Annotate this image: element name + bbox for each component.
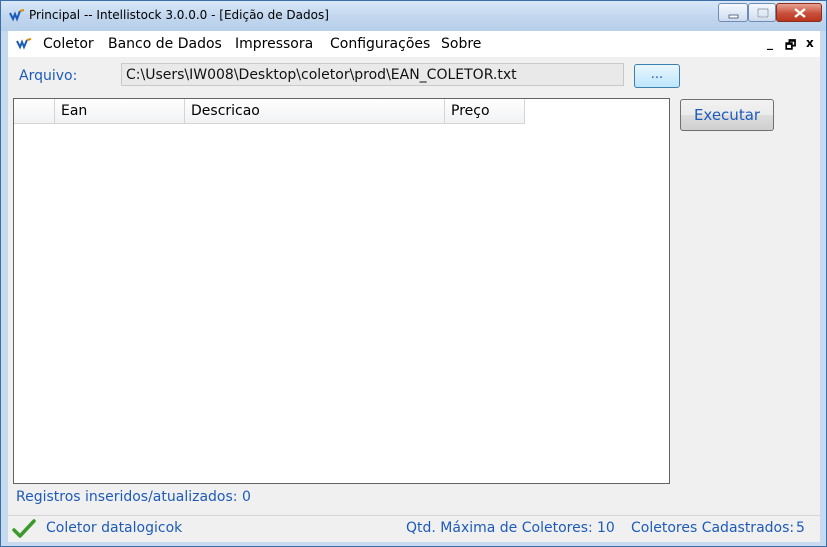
- status-bar: Coletor datalogicok Qtd. Máxima de Colet…: [8, 515, 820, 542]
- arquivo-label: Arquivo:: [19, 68, 78, 84]
- max-coletores-value: 10: [597, 520, 615, 536]
- executar-button[interactable]: Executar: [680, 99, 774, 131]
- maximize-button[interactable]: [748, 3, 776, 22]
- app-window: Principal -- Intellistock 3.0.0.0 - [Edi…: [0, 0, 827, 547]
- close-button[interactable]: [776, 3, 822, 22]
- coletores-cadastrados-label: Coletores Cadastrados:: [631, 520, 795, 536]
- minimize-icon: [728, 14, 739, 19]
- menu-configuracoes[interactable]: Configurações: [330, 36, 430, 52]
- data-grid[interactable]: Ean Descricao Preço: [13, 98, 670, 484]
- column-header-preco[interactable]: Preço: [445, 99, 525, 124]
- coletores-cadastrados-value: 5: [796, 520, 805, 536]
- menu-coletor[interactable]: Coletor: [43, 36, 94, 52]
- arquivo-path-field[interactable]: C:\Users\IW008\Desktop\coletor\prod\EAN_…: [121, 63, 624, 86]
- row-header-corner[interactable]: [14, 99, 55, 124]
- app-logo-icon: [9, 9, 25, 22]
- mdi-minimize-button[interactable]: _: [767, 36, 773, 50]
- browse-button[interactable]: ...: [634, 64, 680, 88]
- menu-impressora[interactable]: Impressora: [235, 36, 313, 52]
- minimize-button[interactable]: [718, 3, 748, 22]
- checkmark-icon: [12, 519, 36, 538]
- column-header-descricao[interactable]: Descricao: [185, 99, 445, 124]
- column-header-ean[interactable]: Ean: [55, 99, 185, 124]
- menu-sobre[interactable]: Sobre: [441, 36, 481, 52]
- title-bar[interactable]: Principal -- Intellistock 3.0.0.0 - [Edi…: [1, 1, 826, 31]
- mdi-restore-button[interactable]: 🗗: [785, 36, 796, 57]
- maximize-icon: [757, 8, 769, 18]
- menu-bar: Coletor Banco de Dados Impressora Config…: [8, 31, 820, 57]
- menu-banco-de-dados[interactable]: Banco de Dados: [108, 36, 222, 52]
- close-icon: [794, 8, 806, 18]
- mdi-client: Coletor Banco de Dados Impressora Config…: [8, 31, 820, 542]
- mdi-close-button[interactable]: x: [806, 36, 814, 50]
- window-title: Principal -- Intellistock 3.0.0.0 - [Edi…: [29, 8, 329, 22]
- edicao-de-dados-form: Arquivo: C:\Users\IW008\Desktop\coletor\…: [8, 57, 820, 542]
- registros-status: Registros inseridos/atualizados: 0: [16, 489, 251, 505]
- max-coletores-label: Qtd. Máxima de Coletores:: [406, 520, 593, 536]
- coletor-status-text: Coletor datalogicok: [46, 520, 183, 536]
- child-window-icon[interactable]: [16, 38, 32, 50]
